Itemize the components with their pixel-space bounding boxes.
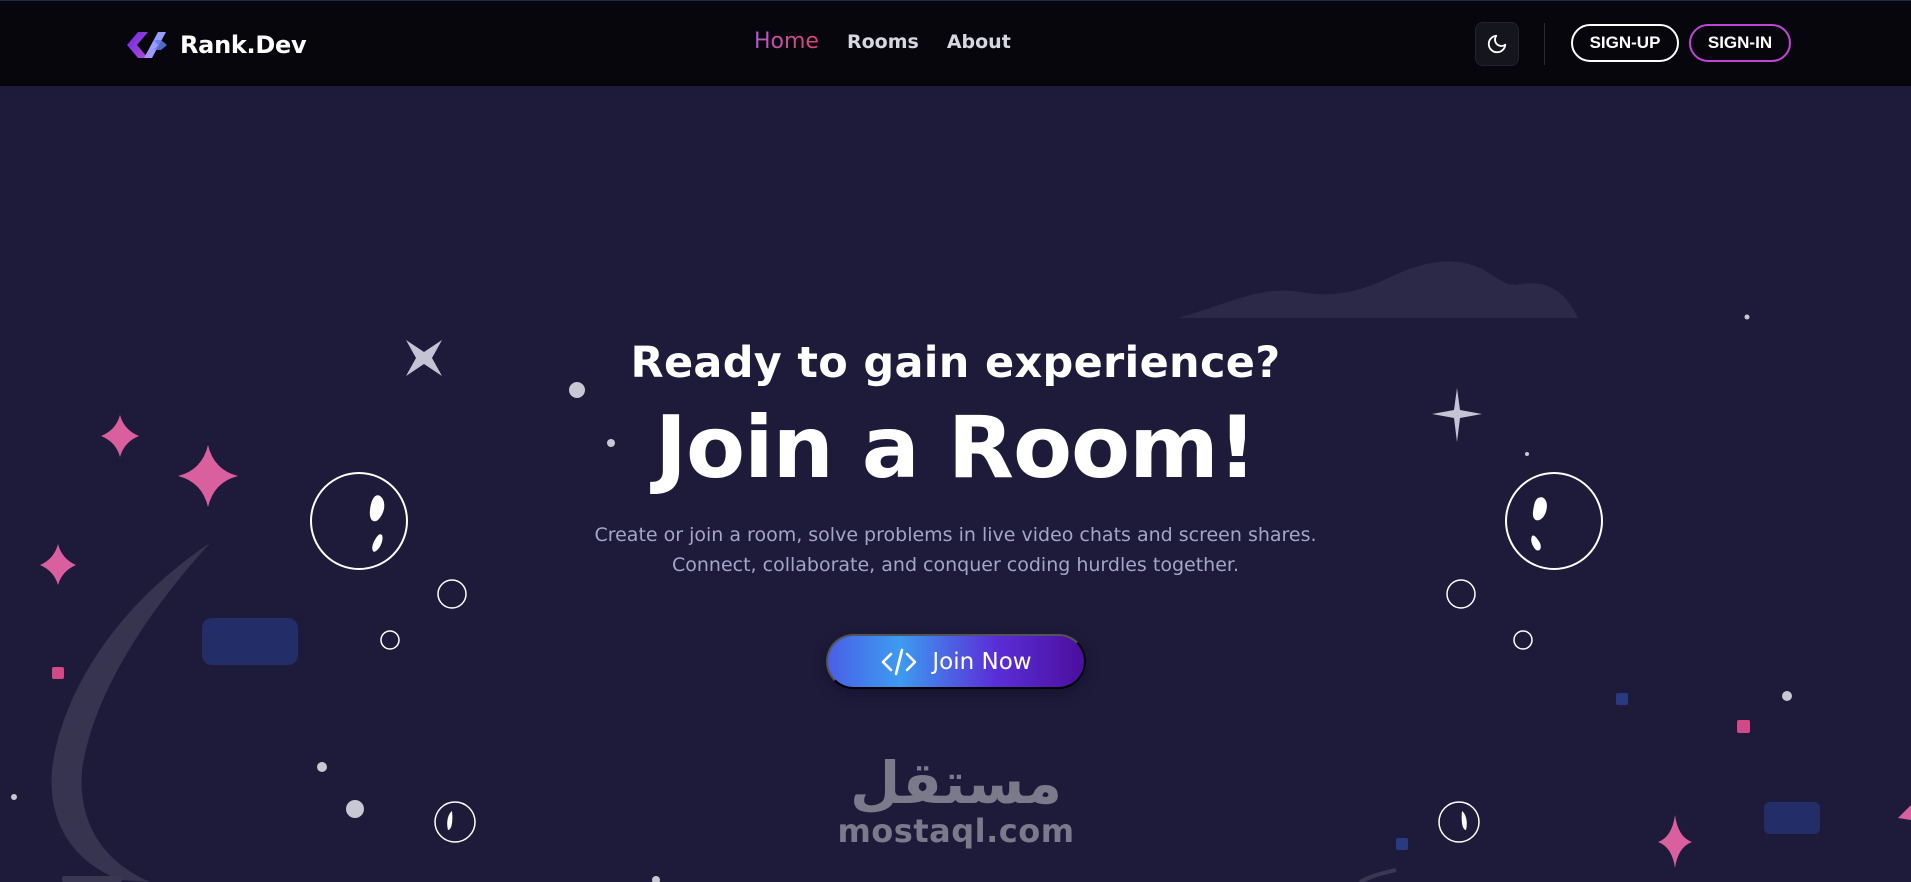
dot bbox=[1744, 314, 1750, 320]
pink-square-left bbox=[52, 667, 64, 679]
dot bbox=[1782, 691, 1792, 701]
join-now-label: Join Now bbox=[932, 648, 1032, 675]
pink-sparkle-edge bbox=[1898, 805, 1911, 820]
hero-title: Join a Room! bbox=[655, 398, 1257, 498]
pink-square-right bbox=[1737, 720, 1750, 733]
bubble-bottom-left bbox=[434, 801, 476, 843]
cloud-shape bbox=[1178, 261, 1578, 318]
watermark-latin-text: mostaql.com bbox=[837, 812, 1075, 850]
blue-square-2 bbox=[1396, 838, 1408, 850]
bubble-small bbox=[1513, 630, 1533, 650]
bubble-small bbox=[437, 579, 467, 609]
comet-trail-left bbox=[51, 543, 210, 882]
bubble-small bbox=[380, 630, 400, 650]
dot bbox=[11, 794, 17, 800]
hero-description: Create or join a room, solve problems in… bbox=[0, 520, 1911, 580]
hero-description-line-2: Connect, collaborate, and conquer coding… bbox=[671, 554, 1239, 576]
blue-block-left bbox=[202, 618, 298, 665]
watermark-arabic-text: مستقل bbox=[849, 749, 1063, 817]
dot bbox=[317, 762, 327, 772]
code-icon bbox=[882, 648, 917, 675]
landing-page: Rank.Dev Home Rooms About SIGN-UP SIGN-I… bbox=[0, 0, 1911, 882]
blue-square-1 bbox=[1616, 693, 1628, 705]
blue-block-right bbox=[1764, 802, 1820, 834]
dot bbox=[652, 876, 660, 882]
bubble-small bbox=[1446, 579, 1476, 609]
hero-kicker: Ready to gain experience? bbox=[630, 338, 1281, 388]
dot bbox=[346, 800, 364, 818]
pink-sparkle-right bbox=[1658, 815, 1692, 868]
watermark: مستقل mostaql.com bbox=[836, 752, 1076, 848]
hero-description-line-1: Create or join a room, solve problems in… bbox=[594, 524, 1317, 546]
join-now-button[interactable]: Join Now bbox=[826, 634, 1086, 689]
bubble-bottom-right bbox=[1438, 801, 1480, 843]
